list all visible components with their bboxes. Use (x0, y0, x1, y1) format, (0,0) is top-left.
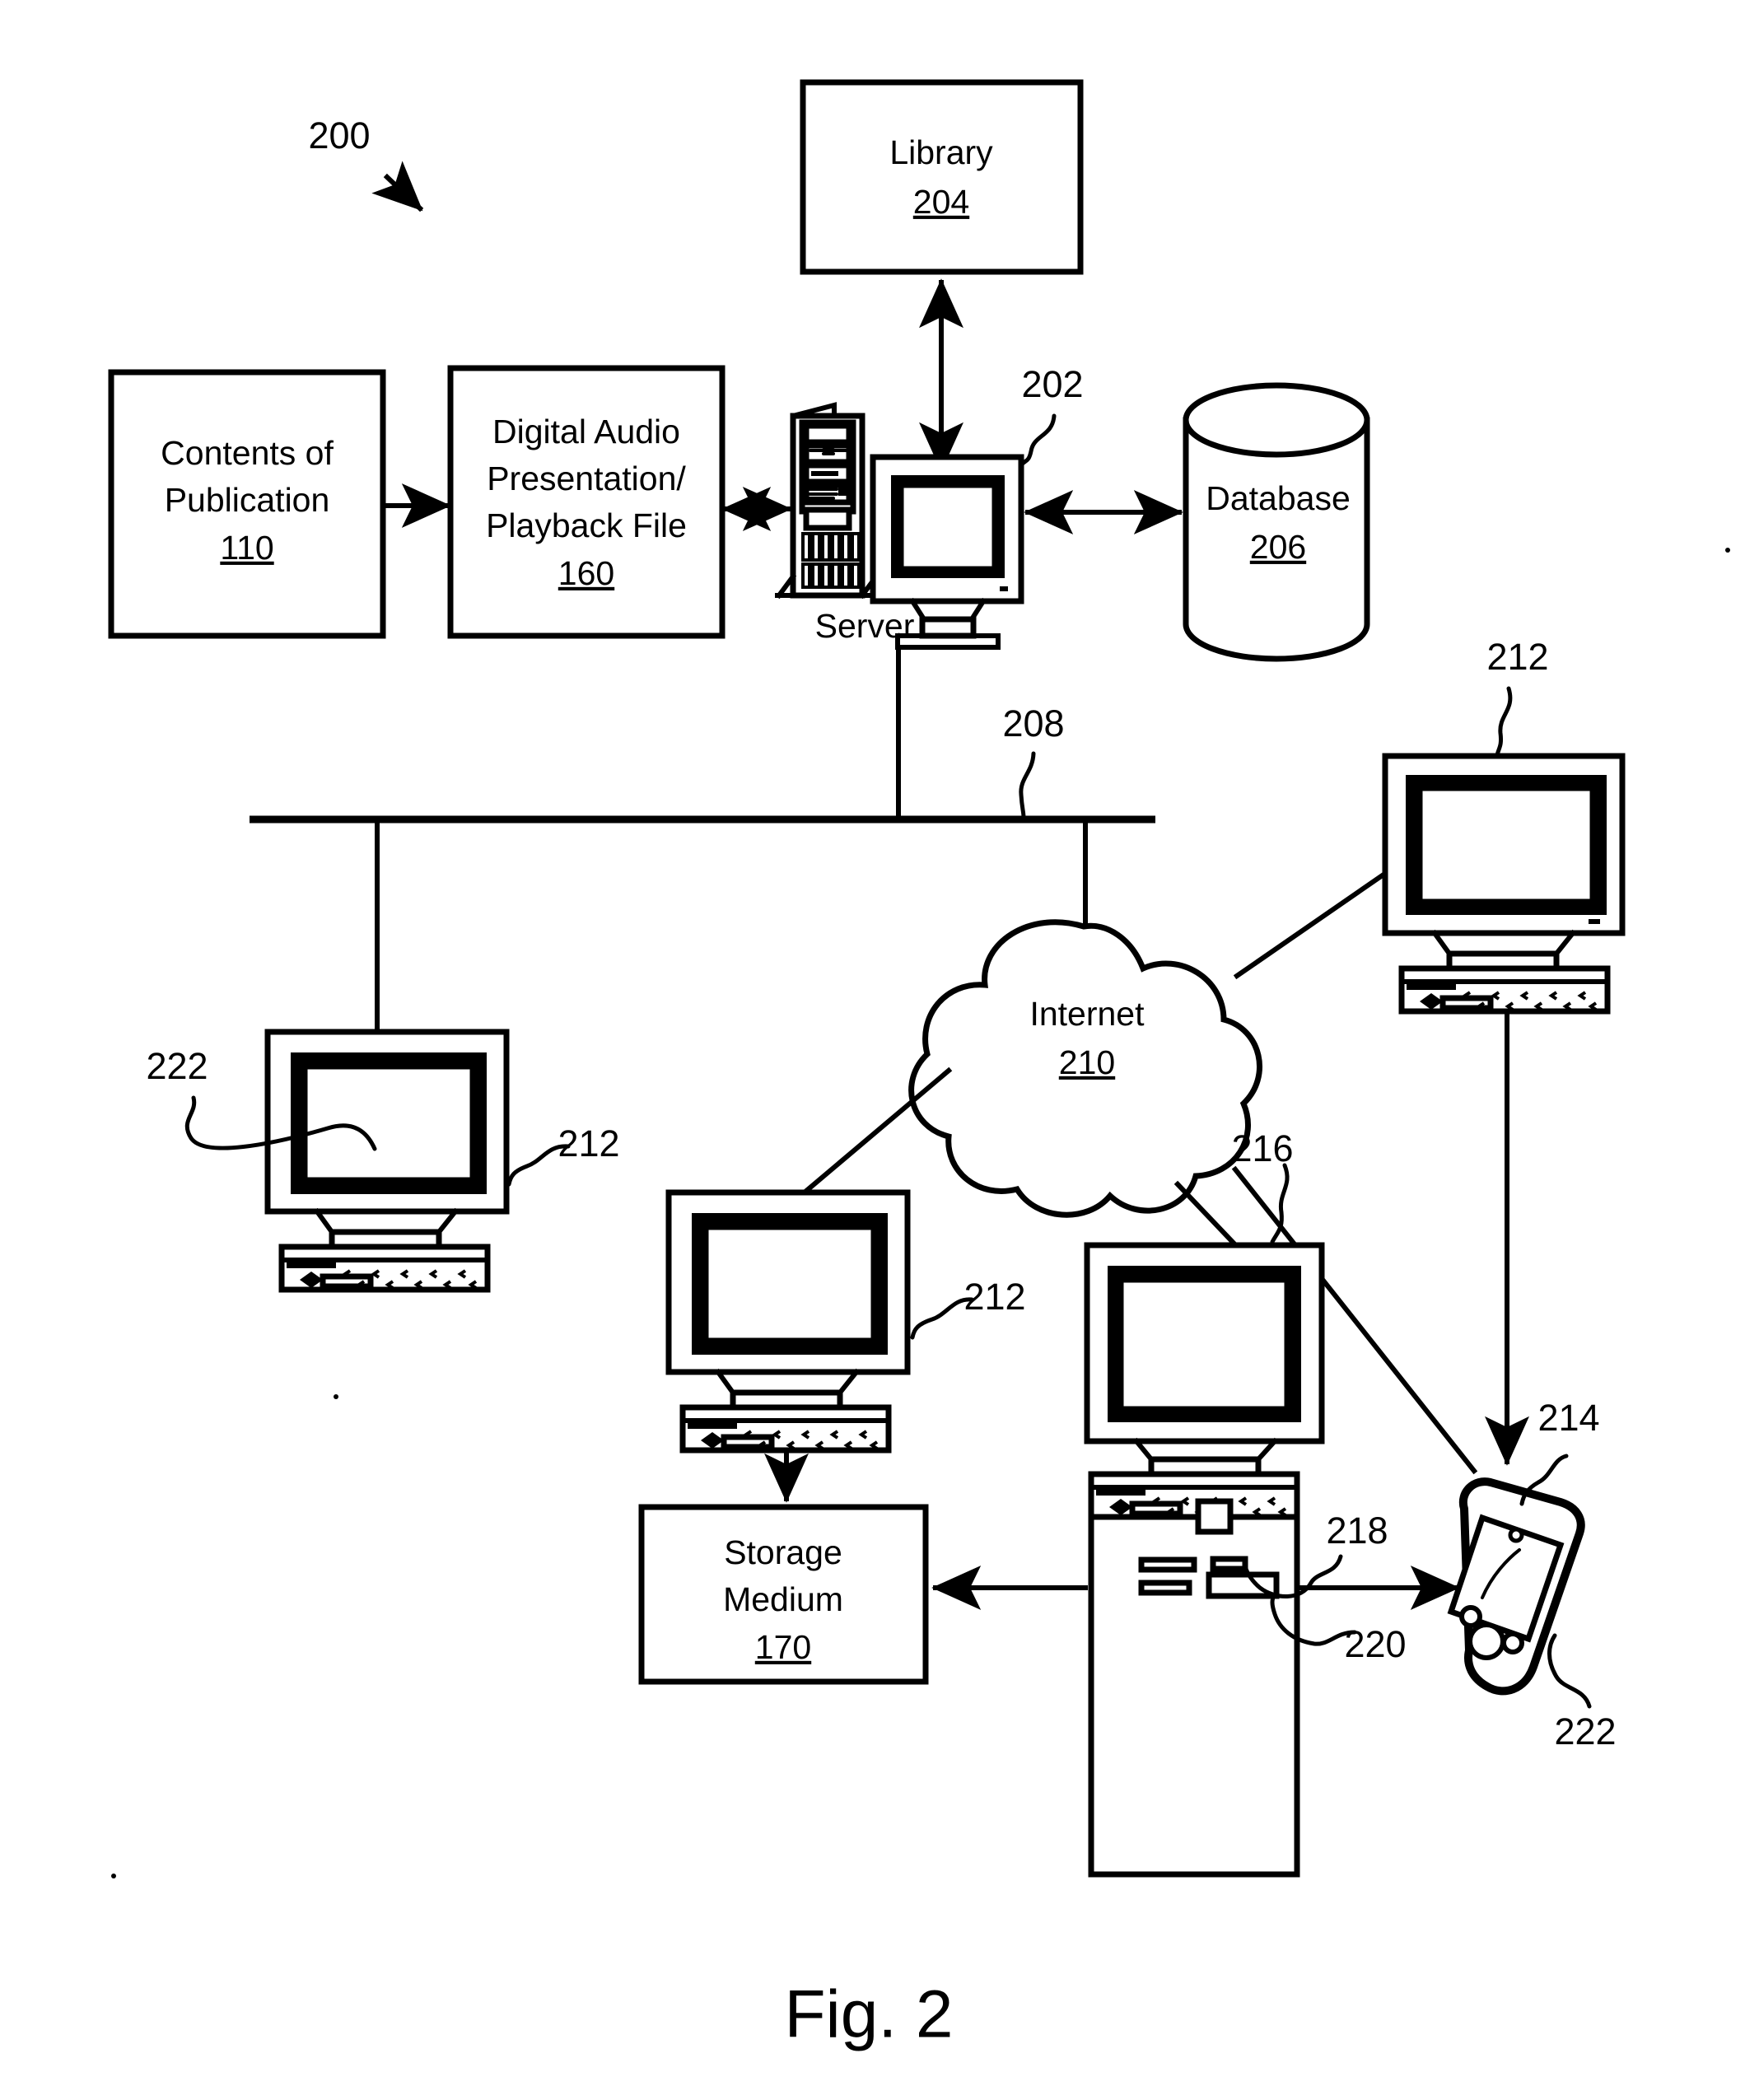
contents-ref: 110 (220, 529, 273, 567)
database-ref: 206 (1250, 528, 1306, 566)
internet-cloud: Internet 210 (908, 919, 1262, 1218)
callout-label-212-left: 212 (558, 1122, 619, 1164)
audio-file-line-2: Presentation/ (487, 460, 686, 497)
scan-artifact-dot (334, 1394, 338, 1399)
patent-figure-page: 200 Library 204 Contents of Publication … (0, 0, 1759, 2100)
storage-ref: 170 (755, 1628, 811, 1666)
scan-artifact-dot (111, 1874, 116, 1878)
internet-label: Internet (1029, 995, 1145, 1033)
callout-label-212-top-right: 212 (1486, 636, 1548, 678)
callout-label-200: 200 (308, 114, 370, 156)
callout-202-server: 202 (1019, 363, 1084, 468)
contents-line-2: Publication (165, 481, 330, 519)
callout-label-208: 208 (1002, 702, 1064, 744)
digital-audio-file-box: Digital Audio Presentation/ Playback Fil… (447, 365, 726, 639)
callout-label-212-middle: 212 (963, 1276, 1025, 1318)
scan-artifact-dot (1725, 548, 1730, 553)
audio-file-line-1: Digital Audio (492, 413, 680, 450)
storage-medium-box: Storage Medium 170 (638, 1504, 929, 1685)
library-ref: 204 (913, 183, 969, 221)
database-label: Database (1206, 479, 1351, 517)
callout-label-202: 202 (1021, 363, 1083, 405)
database-cylinder: Database 206 (1183, 382, 1370, 662)
storage-line-1: Storage (724, 1533, 842, 1571)
internet-ref: 210 (1059, 1043, 1115, 1081)
callout-label-216: 216 (1231, 1127, 1293, 1169)
audio-file-line-3: Playback File (486, 506, 687, 544)
callout-label-220: 220 (1344, 1623, 1406, 1665)
figure-caption: Fig. 2 (784, 1977, 953, 2052)
callout-label-214: 214 (1537, 1397, 1599, 1439)
callout-label-222-left-display: 222 (146, 1045, 208, 1087)
contents-line-1: Contents of (161, 434, 334, 472)
handheld-device-214: 214 222 (1447, 1397, 1617, 1752)
audio-file-ref: 160 (558, 554, 614, 592)
storage-line-2: Medium (723, 1580, 843, 1618)
client-computer-middle: 212 (665, 1189, 1026, 1503)
client-computer-216: 216 218 220 (1084, 1127, 1407, 1878)
library-box: Library 204 (800, 79, 1084, 275)
system-callout-200: 200 (308, 114, 424, 212)
callout-label-218: 218 (1326, 1510, 1388, 1552)
callout-label-222-handheld: 222 (1554, 1710, 1616, 1752)
client-computer-top-right: 212 (1382, 636, 1626, 1466)
contents-of-publication-box: Contents of Publication 110 (108, 369, 386, 639)
figure-2-network-diagram: 200 Library 204 Contents of Publication … (108, 79, 1730, 2052)
client-computer-left: 222 212 (146, 1029, 620, 1293)
library-label: Library (889, 133, 993, 171)
